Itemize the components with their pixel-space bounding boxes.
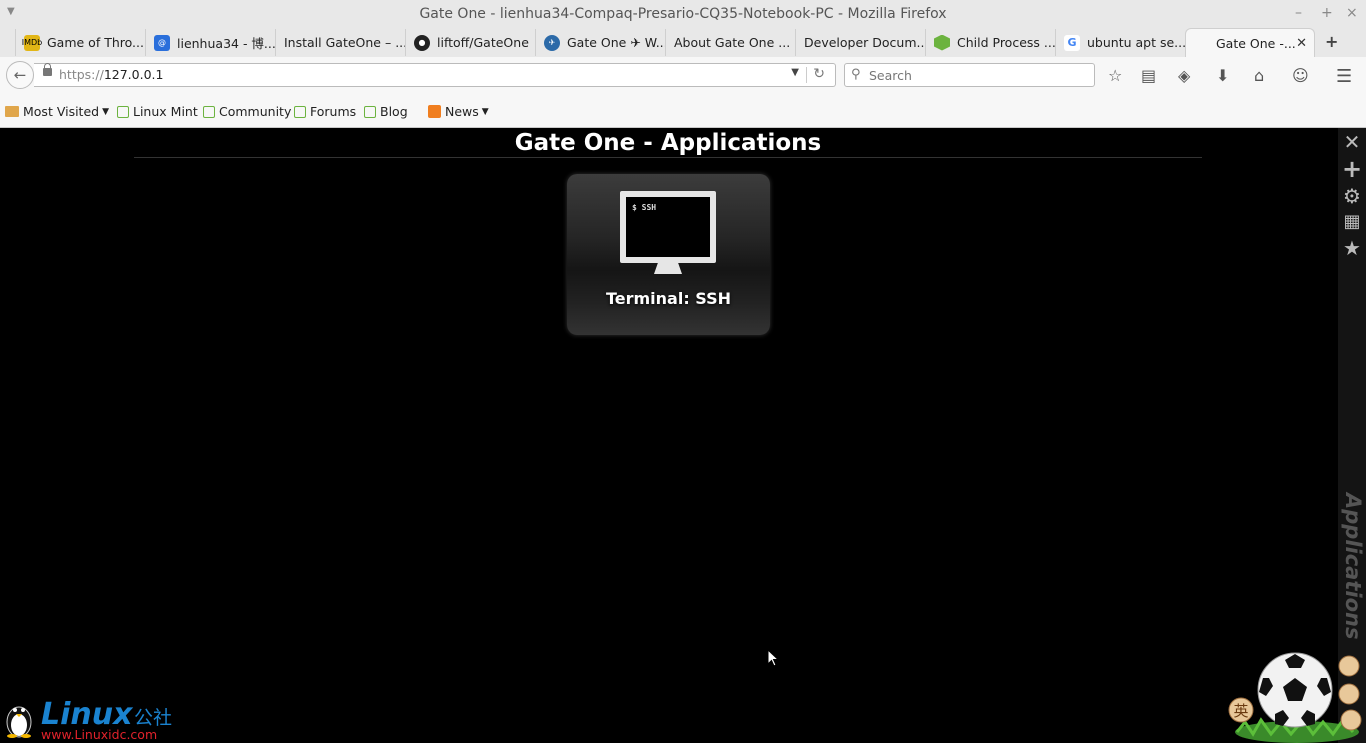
tab-developer-docum[interactable]: Developer Docum... [795,29,925,56]
monitor-stand [654,262,682,274]
bookmark-most-visited[interactable]: Most Visited ▼ [5,104,109,119]
bookmark-label: Most Visited [23,104,100,119]
rss-icon [428,105,441,118]
bookmark-star-icon[interactable]: ☆ [1108,66,1122,85]
tab-label: About Gate One ... [674,35,791,50]
url-bar[interactable]: https://127.0.0.1 ▼ ↻ [34,63,836,87]
window-title: Gate One - lienhua34-Compaq-Presario-CQ3… [419,6,947,22]
close-window-icon[interactable]: × [1346,5,1358,21]
tab-about-gate-one[interactable]: About Gate One ... [665,29,795,56]
chevron-down-icon: ▼ [102,106,110,117]
url-separator [806,67,807,83]
linuxidc-watermark: Linux 公社 www.Linuxidc.com [3,697,183,742]
tab-lienhua34[interactable]: @ lienhua34 - 博... [145,29,275,56]
soccer-ball-widget[interactable]: 英 [1225,648,1366,743]
search-placeholder: Search [869,68,912,83]
tab-label: Install GateOne – ... [284,35,405,50]
tux-penguin-icon [6,706,32,738]
imdb-icon: IMDb [22,34,42,51]
mouse-cursor-icon [767,649,779,667]
bookmark-label: News [445,104,479,119]
tab-label: ubuntu apt se... [1087,35,1185,50]
downloads-icon[interactable]: ⬇ [1216,66,1229,85]
mint-icon [203,105,215,118]
bookmark-label: Community [219,104,292,119]
bookmarks-icon[interactable]: ★ [1342,238,1362,258]
tab-liftoff-gateone[interactable]: ● liftoff/GateOne [405,29,535,56]
bookmark-linux-mint[interactable]: Linux Mint [117,104,198,119]
maximize-icon[interactable]: + [1321,5,1333,21]
folder-icon [5,106,19,117]
bookmark-label: Linux Mint [133,104,198,119]
reading-list-icon[interactable]: ▤ [1141,66,1156,85]
terminal-monitor-icon: $ SSH [620,191,716,263]
svg-text:英: 英 [1233,702,1248,720]
bookmark-label: Blog [380,104,408,119]
bookmarks-toolbar: Most Visited ▼ Linux Mint Community Foru… [0,95,1366,128]
site-url-text: www.Linuxidc.com [41,727,158,742]
url-host: 127.0.0.1 [103,67,164,82]
reload-icon[interactable]: ↻ [813,66,825,82]
tab-strip: IMDb Game of Thro... @ lienhua34 - 博... … [0,28,1366,57]
page-title: Gate One - Applications [134,128,1202,158]
tab-child-process[interactable]: Child Process ... [925,29,1055,56]
app-tile-terminal-ssh[interactable]: $ SSH Terminal: SSH [567,174,770,335]
tab-label: Game of Thro... [47,35,144,50]
history-dropdown-icon[interactable]: ▼ [791,67,799,78]
window-titlebar: ▼ Gate One - lienhua34-Compaq-Presario-C… [0,0,1366,29]
navigation-toolbar: ← https://127.0.0.1 ▼ ↻ ⚲ Search ☆ ▤ ◈ ⬇… [0,57,1366,95]
search-field[interactable]: ⚲ Search [844,63,1095,87]
menu-icon[interactable]: ☰ [1336,66,1352,87]
close-icon[interactable]: ✕ [1342,132,1362,152]
settings-icon[interactable]: ⚙ [1342,186,1362,206]
close-tab-icon[interactable]: ✕ [1296,36,1307,51]
tab-ubuntu-apt[interactable]: G ubuntu apt se... [1055,29,1185,56]
tab-gate-one-w[interactable]: ✈ Gate One ✈ W... [535,29,665,56]
bookmark-news[interactable]: News ▼ [428,104,489,119]
back-button[interactable]: ← [6,61,34,89]
grid-icon[interactable]: ▦ [1342,212,1362,232]
tab-label: Gate One ✈ W... [567,35,665,50]
tab-gate-one-active[interactable]: Gate One -... ✕ [1185,28,1315,57]
github-icon: ● [414,34,430,51]
url-text: https://127.0.0.1 [59,67,163,82]
new-tab-icon[interactable]: + [1325,32,1338,51]
cnblogs-icon: @ [154,34,170,51]
chat-icon[interactable]: ☺ [1292,66,1309,85]
brand-cn-text: 公社 [134,707,173,729]
bookmark-label: Forums [310,104,357,119]
nodejs-icon [934,34,950,51]
search-icon: ⚲ [851,67,861,82]
tab-label: Child Process ... [957,35,1055,50]
monitor-screen-text: $ SSH [632,203,657,212]
tab-label: liftoff/GateOne [437,35,529,50]
new-terminal-icon[interactable]: + [1342,157,1362,181]
bookmark-blog[interactable]: Blog [364,104,408,119]
google-icon: G [1064,34,1080,51]
url-scheme: https:// [59,67,104,82]
app-tile-label: Terminal: SSH [605,289,732,308]
side-label: Applications [1341,493,1365,640]
tab-label: Gate One -... [1216,35,1296,51]
gateone-workspace: Gate One - Applications $ SSH Terminal: … [0,128,1366,743]
gateone-icon: ✈ [544,34,560,51]
bookmark-community[interactable]: Community [203,104,291,119]
home-icon[interactable]: ⌂ [1254,66,1264,85]
mint-icon [364,105,376,118]
pocket-icon[interactable]: ◈ [1178,66,1190,85]
back-arrow-icon: ← [13,66,27,84]
tab-label: Developer Docum... [804,35,925,50]
tab-game-of-thrones[interactable]: IMDb Game of Thro... [15,29,145,56]
mint-icon [294,105,306,118]
bookmark-forums[interactable]: Forums [294,104,356,119]
tab-label: lienhua34 - 博... [177,36,275,51]
minimize-icon[interactable]: – [1295,5,1302,21]
tab-install-gateone[interactable]: Install GateOne – ... [275,29,405,56]
lock-icon [43,63,52,76]
mint-icon [117,105,129,118]
chevron-down-icon: ▼ [481,106,489,117]
